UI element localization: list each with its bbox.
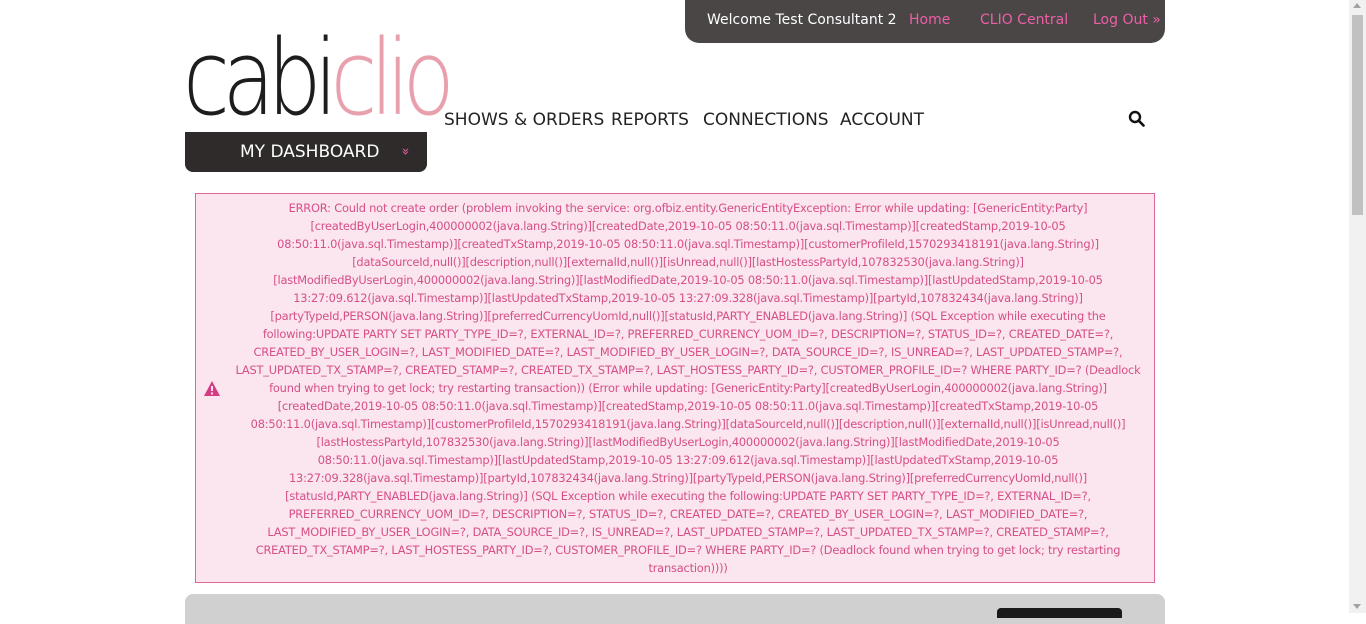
scroll-down-arrow-icon[interactable]: [1353, 604, 1361, 609]
warning-icon: [203, 380, 221, 397]
chevron-down-icon: »: [397, 147, 413, 156]
logo-cabi-text: cabi: [183, 17, 338, 139]
home-link[interactable]: Home: [909, 12, 950, 28]
top-user-bar: Welcome Test Consultant 2 Home CLIO Cent…: [685, 0, 1165, 43]
search-icon[interactable]: [1128, 110, 1146, 128]
scrollbar-thumb[interactable]: [1352, 15, 1363, 215]
cabi-clio-logo[interactable]: cabiclio: [183, 24, 455, 132]
nav-shows-orders[interactable]: SHOWS & ORDERS: [444, 110, 604, 130]
vertical-scrollbar[interactable]: [1349, 0, 1366, 613]
my-dashboard-label: MY DASHBOARD: [240, 142, 380, 162]
error-message-text: ERROR: Could not create order (problem i…: [235, 201, 1141, 575]
logout-link[interactable]: Log Out »: [1093, 12, 1161, 28]
nav-reports[interactable]: REPORTS: [611, 110, 689, 130]
clio-central-link[interactable]: CLIO Central: [980, 12, 1068, 28]
bottom-panel: [185, 594, 1165, 624]
nav-connections[interactable]: CONNECTIONS: [703, 110, 829, 130]
error-message-box: ERROR: Could not create order (problem i…: [195, 193, 1155, 583]
nav-account[interactable]: ACCOUNT: [840, 110, 924, 130]
logo-clio-text: clio: [330, 17, 454, 139]
my-dashboard-dropdown[interactable]: MY DASHBOARD »: [185, 132, 427, 172]
welcome-text: Welcome Test Consultant 2: [707, 12, 897, 28]
scroll-up-arrow-icon[interactable]: [1353, 3, 1361, 8]
bottom-panel-button[interactable]: [997, 608, 1122, 618]
